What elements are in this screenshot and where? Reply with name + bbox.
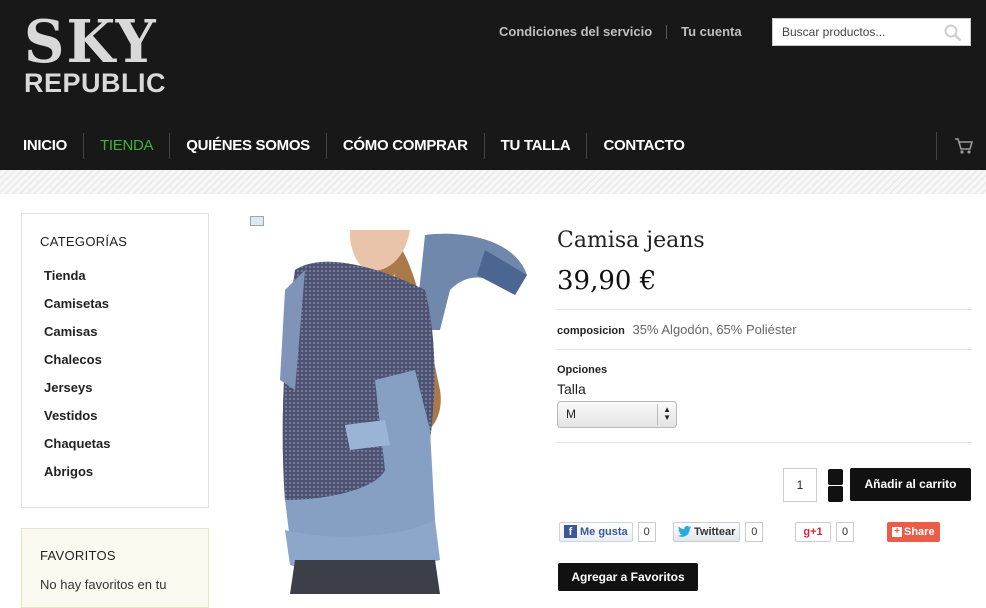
select-divider <box>657 404 658 425</box>
tweet-button[interactable]: Twittear <box>673 521 741 542</box>
share-label: Share <box>904 525 935 538</box>
facebook-like-count: 0 <box>637 521 656 542</box>
top-links-divider <box>666 24 668 39</box>
nav-item-contacto[interactable]: CONTACTO <box>587 133 700 159</box>
composition: composicion 35% Algodón, 65% Poliéster <box>557 322 797 337</box>
search-input[interactable] <box>773 19 933 45</box>
add-to-favorites-button[interactable]: Agregar a Favoritos <box>558 563 698 591</box>
favorites-empty-text: No hay favoritos en tu <box>40 577 167 592</box>
main-nav: INICIO TIENDA QUIÉNES SOMOS CÓMO COMPRAR… <box>0 126 986 166</box>
category-item[interactable]: Abrigos <box>44 464 110 492</box>
site-logo[interactable]: SKY REPUBLIC <box>24 7 166 96</box>
category-item[interactable]: Chalecos <box>44 352 110 380</box>
nav-item-como-comprar[interactable]: CÓMO COMPRAR <box>327 133 484 159</box>
quantity-decrease-button[interactable] <box>828 486 843 502</box>
share-widget: + Share <box>887 521 940 542</box>
category-item[interactable]: Jerseys <box>44 380 110 408</box>
size-select[interactable]: M ▲ ▼ <box>557 401 677 428</box>
divider <box>557 442 972 443</box>
cart-icon <box>955 138 974 154</box>
site-header: SKY REPUBLIC Condiciones del servicio Tu… <box>0 0 986 170</box>
add-to-cart-button[interactable]: Añadir al carrito <box>850 468 971 501</box>
google-plus-icon: g+1 <box>795 521 831 542</box>
search-box <box>772 18 971 46</box>
twitter-icon <box>678 526 691 537</box>
logo-sky-text: SKY <box>24 7 158 77</box>
category-item[interactable]: Chaquetas <box>44 436 110 464</box>
facebook-like-label: Me gusta <box>580 525 628 538</box>
facebook-like-button[interactable]: f Me gusta <box>559 521 633 542</box>
favorites-title: FAVORITOS <box>40 548 116 563</box>
nav-item-inicio[interactable]: INICIO <box>0 133 83 159</box>
twitter-tweet: Twittear 0 <box>673 521 764 542</box>
decorative-stripe <box>0 170 986 194</box>
size-label: Talla <box>557 381 586 397</box>
facebook-like: f Me gusta 0 <box>559 521 656 542</box>
composition-label: composicion <box>557 325 625 337</box>
image-thumbnail-icon[interactable] <box>250 216 264 226</box>
google-plus: g+1 0 <box>795 521 854 542</box>
size-select-value: M <box>566 407 576 421</box>
product-price: 39,90 € <box>557 266 657 296</box>
google-plus-button[interactable]: g+1 <box>795 521 831 542</box>
category-item[interactable]: Tienda <box>44 268 110 296</box>
categories-list: Tienda Camisetas Camisas Chalecos Jersey… <box>44 268 110 492</box>
nav-item-quienes-somos[interactable]: QUIÉNES SOMOS <box>170 133 326 159</box>
facebook-icon: f <box>564 525 577 538</box>
tweet-label: Twittear <box>694 525 736 538</box>
google-plus-label: +1 <box>810 525 823 538</box>
categories-title: CATEGORÍAS <box>40 234 128 249</box>
account-link[interactable]: Tu cuenta <box>681 24 741 39</box>
product-title: Camisa jeans <box>557 228 705 253</box>
share-button[interactable]: + Share <box>887 521 940 542</box>
divider <box>557 349 972 350</box>
category-item[interactable]: Camisas <box>44 324 110 352</box>
category-item[interactable]: Vestidos <box>44 408 110 436</box>
divider <box>557 309 972 310</box>
share-icon: + <box>892 526 902 537</box>
select-arrows-icon: ▲ ▼ <box>663 405 671 422</box>
quantity-input[interactable]: 1 <box>783 468 817 502</box>
favorites-panel: FAVORITOS No hay favoritos en tu <box>21 528 209 608</box>
categories-panel: CATEGORÍAS Tienda Camisetas Camisas Chal… <box>21 213 209 508</box>
quantity-increase-button[interactable] <box>828 469 843 485</box>
nav-item-tienda[interactable]: TIENDA <box>84 133 169 159</box>
nav-item-tu-talla[interactable]: TU TALLA <box>485 133 587 159</box>
terms-link[interactable]: Condiciones del servicio <box>499 24 652 39</box>
search-icon[interactable] <box>944 24 962 47</box>
google-plus-count: 0 <box>836 521 854 542</box>
composition-value: 35% Algodón, 65% Poliéster <box>632 322 797 337</box>
cart-button[interactable] <box>936 132 986 160</box>
tweet-count: 0 <box>745 521 764 542</box>
product-image[interactable] <box>265 230 530 594</box>
top-links: Condiciones del servicio Tu cuenta <box>499 24 742 39</box>
category-item[interactable]: Camisetas <box>44 296 110 324</box>
options-label: Opciones <box>557 364 608 376</box>
